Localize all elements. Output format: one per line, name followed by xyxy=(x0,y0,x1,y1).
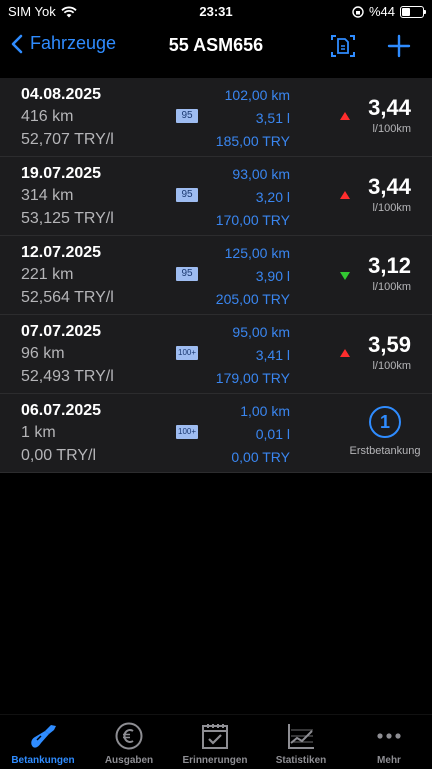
tab-label: Mehr xyxy=(377,755,401,766)
calendar-check-icon xyxy=(202,724,228,749)
tab-erinnerungen[interactable]: Erinnerungen xyxy=(172,721,258,766)
fuel-type-badge: 100+ xyxy=(176,346,199,360)
entry-trip-km: 125,00 km xyxy=(224,245,290,261)
battery-icon xyxy=(400,5,426,18)
entry-distance: 416 km xyxy=(21,108,74,125)
document-scan-button[interactable] xyxy=(329,32,357,60)
refuel-row[interactable]: 19.07.2025 314 km 53,125 TRY/l 95 93,00 … xyxy=(0,157,432,236)
first-refuel-badge: 1 xyxy=(369,406,401,438)
status-bar: SIM Yok 23:31 %44 xyxy=(0,0,432,24)
fuel-type-badge: 95 xyxy=(176,109,198,123)
entry-cost: 205,00 TRY xyxy=(215,291,290,307)
entry-date: 04.08.2025 xyxy=(21,86,102,103)
entry-cost: 185,00 TRY xyxy=(215,133,290,149)
navigation-bar: Fahrzeuge 55 ASM656 xyxy=(0,24,432,68)
entry-cost: 170,00 TRY xyxy=(215,212,290,228)
entry-cost: 179,00 TRY xyxy=(215,370,290,386)
entry-date: 07.07.2025 xyxy=(21,323,102,340)
fuel-type-badge: 95 xyxy=(176,267,198,281)
entry-liters: 3,41 l xyxy=(255,347,290,363)
fuel-nozzle-icon xyxy=(31,725,56,748)
entry-liters: 3,51 l xyxy=(255,110,290,126)
entry-distance: 221 km xyxy=(21,266,74,283)
entry-date: 06.07.2025 xyxy=(21,402,102,419)
chart-icon xyxy=(288,724,314,749)
document-scan-icon xyxy=(331,35,355,57)
entry-consumption: 3,44 xyxy=(368,95,411,120)
entry-distance: 96 km xyxy=(21,345,65,362)
tab-bar: Betankungen Ausgaben Erinnerungen Statis… xyxy=(0,714,432,769)
refuel-row[interactable]: 12.07.2025 221 km 52,564 TRY/l 95 125,00… xyxy=(0,236,432,315)
entry-price-per-liter: 52,564 TRY/l xyxy=(21,289,114,306)
entry-liters: 3,20 l xyxy=(255,189,290,205)
entry-date: 12.07.2025 xyxy=(21,244,102,261)
fuel-type-badge: 100+ xyxy=(176,425,199,439)
tab-label: Erinnerungen xyxy=(182,755,248,766)
entry-price-per-liter: 52,707 TRY/l xyxy=(21,131,114,148)
tab-label: Ausgaben xyxy=(104,755,154,766)
status-right: %44 xyxy=(352,4,426,19)
ellipsis-icon xyxy=(377,733,401,739)
entry-liters: 0,01 l xyxy=(255,426,290,442)
plus-icon xyxy=(387,34,411,58)
orientation-lock-icon xyxy=(352,5,364,18)
fuel-type-badge: 95 xyxy=(176,188,198,202)
battery-percent: %44 xyxy=(368,4,395,19)
entry-price-per-liter: 0,00 TRY/l xyxy=(21,447,97,464)
entry-cost: 0,00 TRY xyxy=(231,449,290,465)
entry-liters: 3,90 l xyxy=(255,268,290,284)
entry-price-per-liter: 52,493 TRY/l xyxy=(21,368,114,385)
entry-trip-km: 95,00 km xyxy=(232,324,290,340)
entry-date: 19.07.2025 xyxy=(21,165,102,182)
refuel-list: 04.08.2025 416 km 52,707 TRY/l 95 102,00… xyxy=(0,78,432,473)
tab-label: Statistiken xyxy=(275,755,327,766)
tab-statistiken[interactable]: Statistiken xyxy=(258,721,344,766)
consumption-unit: l/100km xyxy=(372,123,411,135)
entry-consumption: 3,59 xyxy=(368,332,411,357)
entry-distance: 1 km xyxy=(21,424,56,441)
euro-icon xyxy=(115,722,143,750)
tab-betankungen[interactable]: Betankungen xyxy=(0,721,86,766)
entry-trip-km: 1,00 km xyxy=(240,403,290,419)
battery-fill xyxy=(402,7,410,16)
tab-mehr[interactable]: Mehr xyxy=(346,721,432,766)
add-entry-button[interactable] xyxy=(385,32,413,60)
entry-price-per-liter: 53,125 TRY/l xyxy=(21,210,114,227)
entry-consumption: 3,12 xyxy=(368,253,411,278)
tab-ausgaben[interactable]: Ausgaben xyxy=(86,721,172,766)
consumption-unit: l/100km xyxy=(372,360,411,372)
refuel-row[interactable]: 06.07.2025 1 km 0,00 TRY/l 100+ 1,00 km … xyxy=(0,394,432,473)
entry-trip-km: 102,00 km xyxy=(224,87,290,103)
entry-trip-km: 93,00 km xyxy=(232,166,290,182)
consumption-unit: l/100km xyxy=(372,281,411,293)
page-title: 55 ASM656 xyxy=(168,35,264,55)
refuel-row[interactable]: 04.08.2025 416 km 52,707 TRY/l 95 102,00… xyxy=(0,78,432,157)
consumption-unit: l/100km xyxy=(372,202,411,214)
entry-distance: 314 km xyxy=(21,187,74,204)
tab-label: Betankungen xyxy=(11,755,75,766)
first-refuel-label: Erstbetankung xyxy=(349,445,421,457)
refuel-row[interactable]: 07.07.2025 96 km 52,493 TRY/l 100+ 95,00… xyxy=(0,315,432,394)
entry-consumption: 3,44 xyxy=(368,174,411,199)
